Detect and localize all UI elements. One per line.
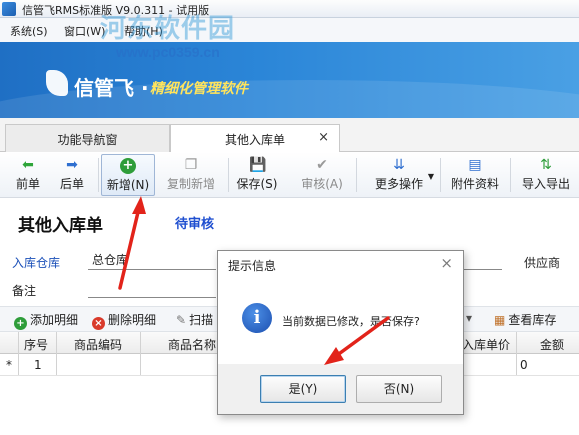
status-badge: 待审核 [175, 217, 215, 232]
import-export-button[interactable]: ⇅ 导入导出 [518, 154, 574, 196]
approve-button[interactable]: ✔ 审核(A) [294, 154, 350, 196]
tab-label: 功能导航窗 [57, 133, 118, 147]
column-header-name[interactable]: 商品名称 [168, 336, 216, 353]
remark-field[interactable] [88, 297, 216, 298]
close-icon[interactable]: × [318, 130, 329, 145]
column-header-amount[interactable]: 金额 [540, 336, 564, 353]
arrow-left-icon: ⬅ [22, 157, 34, 173]
menu-bar: 系统(S) 窗口(W) 帮助(H) [0, 18, 579, 42]
dialog-title: 提示信息 [228, 259, 277, 273]
tab-label: 其他入库单 [224, 133, 285, 147]
add-new-button[interactable]: + 新增(N) [101, 154, 155, 196]
warehouse-label[interactable]: 入库仓库 [12, 254, 60, 271]
watermark-url: www.pc0359.cn [116, 44, 220, 60]
column-header-code[interactable]: 商品编码 [74, 336, 122, 353]
tab-strip: 功能导航窗 其他入库单 × [0, 118, 579, 153]
more-actions-button[interactable]: ⇊ 更多操作 ▼ [362, 154, 436, 196]
add-detail-button[interactable]: + 添加明细 [14, 311, 78, 330]
brand-logo-icon [46, 70, 68, 96]
view-stock-button[interactable]: ▦ 查看库存 [494, 311, 556, 328]
app-icon [2, 2, 16, 16]
import-export-icon: ⇅ [540, 157, 552, 173]
more-dropdown-caret-icon[interactable]: ▾ [466, 311, 472, 325]
brand-name: 信管飞 · [74, 76, 149, 100]
column-header-unit-price[interactable]: 入库单价 [462, 336, 510, 353]
double-chevron-down-icon: ⇊ [393, 157, 405, 173]
tab-function-nav[interactable]: 功能导航窗 [5, 124, 170, 152]
dialog-titlebar: 提示信息 × [218, 251, 463, 277]
header-banner: 信管飞 · 精细化管理软件 [0, 42, 579, 118]
brand-slogan: 精细化管理软件 [150, 81, 248, 97]
save-icon: 💾 [249, 157, 267, 173]
plus-circle-icon: + [120, 158, 136, 174]
next-button[interactable]: ➡ 后单 [52, 154, 92, 196]
confirm-dialog: 提示信息 × i 当前数据已修改，是否保存? 是(Y) 否(N) [217, 250, 464, 415]
red-arrow-icon [118, 196, 146, 290]
info-icon: i [242, 303, 272, 333]
save-button[interactable]: 💾 保存(S) [232, 154, 282, 196]
watermark-text: 河东软件园 [100, 14, 236, 44]
close-icon[interactable]: × [440, 254, 453, 272]
copy-add-button[interactable]: ❐ 复制新增 [160, 154, 222, 196]
attachment-icon: ▤ [468, 157, 482, 173]
warehouse-field[interactable]: 总仓库 [92, 251, 128, 268]
remark-label: 备注 [12, 284, 37, 298]
main-toolbar: ⬅ 前单 ➡ 后单 + 新增(N) ❐ 复制新增 💾 保存(S) ✔ 审核(A)… [0, 152, 579, 198]
supplier-label: 供应商 [524, 256, 561, 270]
delete-detail-button[interactable]: × 删除明细 [92, 311, 156, 330]
scanner-icon: ✎ [176, 313, 187, 327]
row-amount: 0 [520, 358, 528, 372]
no-button[interactable]: 否(N) [356, 375, 442, 403]
menu-item-system[interactable]: 系统(S) [10, 23, 48, 39]
new-row-marker: * [6, 358, 12, 372]
tab-other-inbound[interactable]: 其他入库单 × [170, 124, 340, 153]
column-header-no[interactable]: 序号 [24, 336, 48, 353]
dialog-message: 当前数据已修改，是否保存? [282, 315, 420, 328]
arrow-right-icon: ➡ [66, 157, 78, 173]
dropdown-caret-icon: ▼ [427, 172, 434, 181]
window-titlebar: 信管飞RMS标准版 V9.0.311 - 试用版 [0, 0, 579, 18]
plus-circle-icon: + [14, 317, 27, 330]
yes-button[interactable]: 是(Y) [260, 375, 346, 403]
attachments-button[interactable]: ▤ 附件资料 [446, 154, 504, 196]
row-number: 1 [34, 358, 42, 372]
page-title: 其他入库单 [18, 216, 103, 236]
check-icon: ✔ [316, 157, 328, 173]
delete-circle-icon: × [92, 317, 105, 330]
copy-icon: ❐ [184, 157, 198, 173]
prev-button[interactable]: ⬅ 前单 [8, 154, 48, 196]
table-icon: ▦ [494, 313, 506, 327]
scan-button[interactable]: ✎ 扫描 [176, 311, 213, 328]
